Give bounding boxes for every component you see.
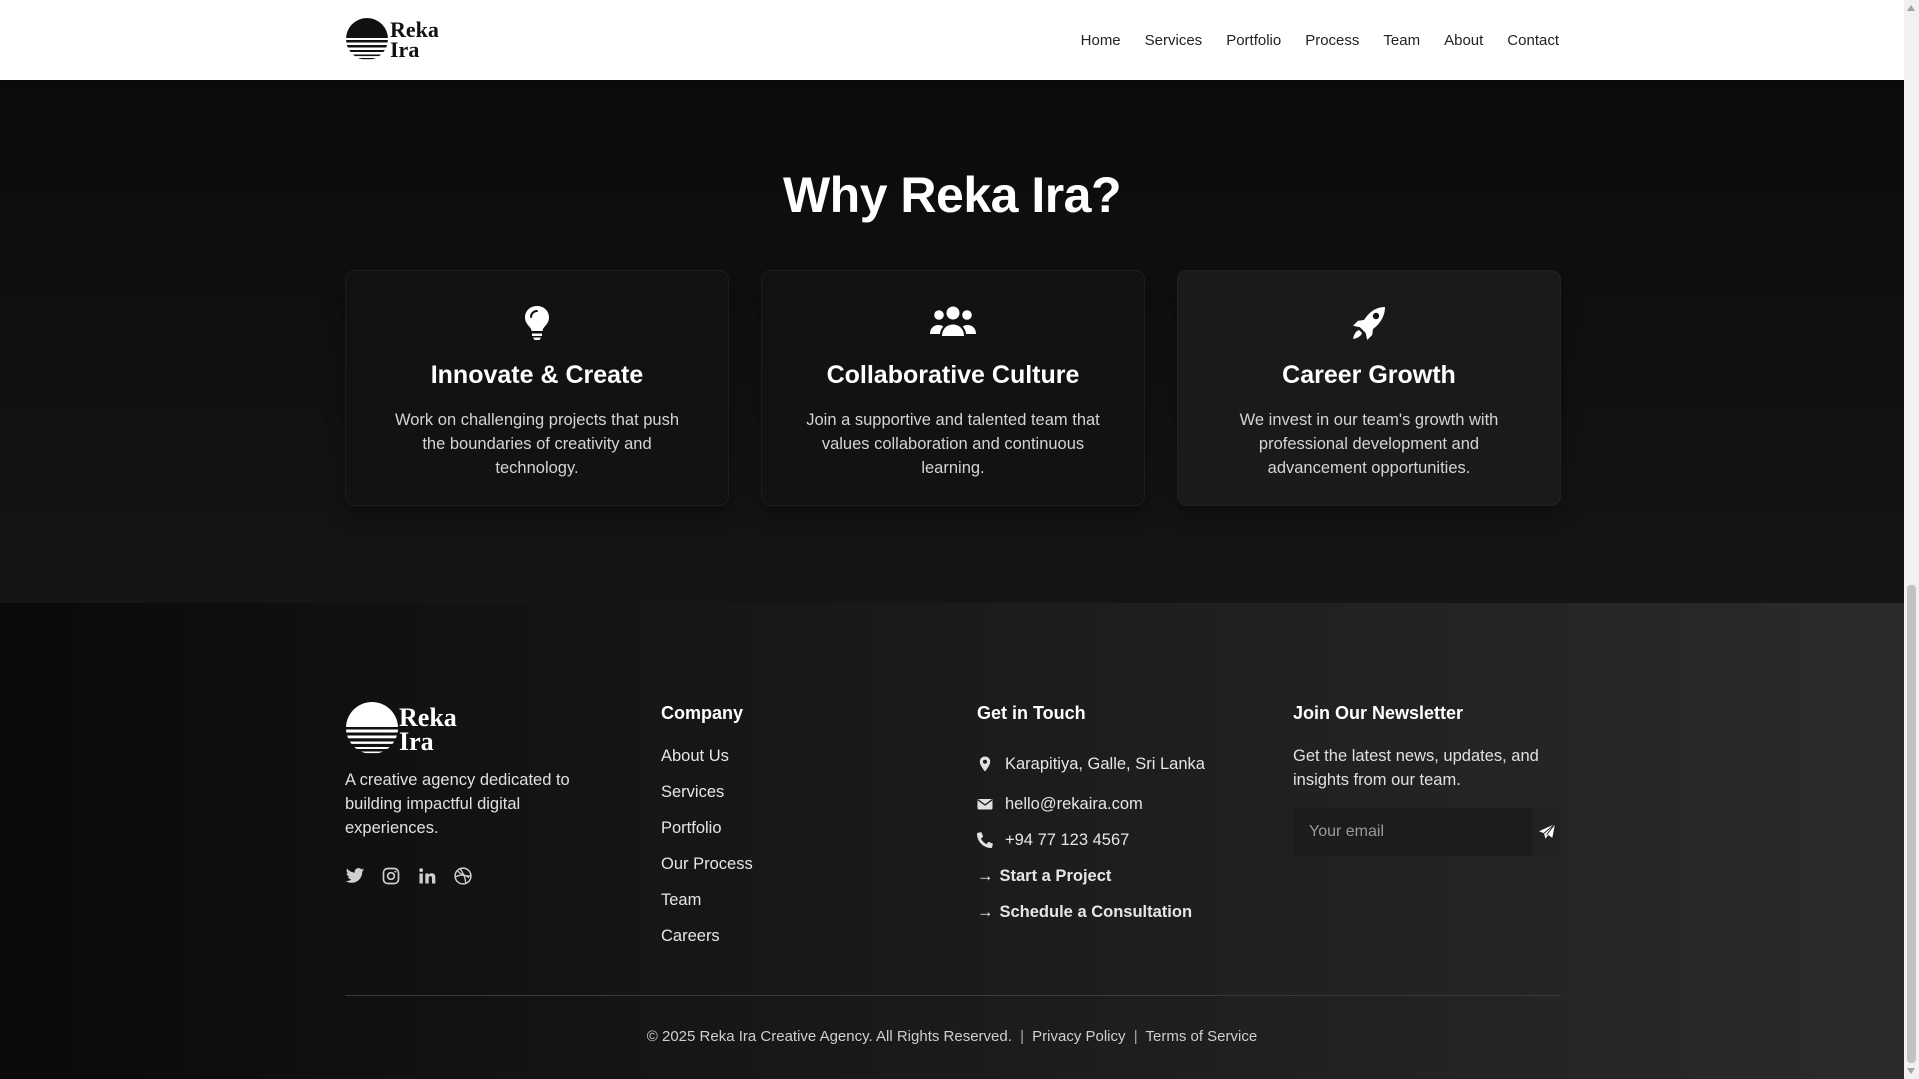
dribbble-icon[interactable] [453, 866, 473, 886]
separator: | [1020, 1028, 1024, 1045]
page: Reka Ira Home Services Portfolio Process… [0, 0, 1904, 1079]
envelope-icon [977, 799, 993, 810]
card-title: Innovate & Create [430, 361, 644, 389]
schedule-consultation-link[interactable]: → Schedule a Consultation [977, 894, 1205, 930]
footer-contact: Get in Touch Karapitiya, Galle, Sri Lank… [977, 703, 1205, 930]
card-text: Work on challenging projects that push t… [394, 411, 680, 477]
footer-newsletter: Join Our Newsletter Get the latest news,… [1293, 703, 1561, 856]
nav-about[interactable]: About [1444, 32, 1483, 49]
map-pin-icon [979, 756, 991, 772]
link-careers[interactable]: Careers [661, 926, 753, 962]
newsletter-submit-button[interactable] [1532, 808, 1561, 856]
why-section: Why Reka Ira? Innovate & Create Work on … [0, 80, 1904, 603]
card-innovate: Innovate & Create Work on challenging pr… [345, 270, 729, 506]
newsletter-text: Get the latest news, updates, and insigh… [1293, 747, 1539, 789]
card-career: Career Growth We invest in our team's gr… [1177, 270, 1561, 506]
nav-contact[interactable]: Contact [1507, 32, 1559, 49]
separator: | [1133, 1028, 1138, 1045]
contact-phone[interactable]: +94 77 123 4567 [977, 822, 1205, 858]
newsletter-heading: Join Our Newsletter [1293, 703, 1464, 723]
nav-home[interactable]: Home [1081, 32, 1121, 49]
footer-bottom: © 2025 Reka Ira Creative Agency. All Rig… [0, 1028, 1904, 1045]
link-team[interactable]: Team [661, 890, 753, 926]
terms-of-service-link[interactable]: Terms of Service [1146, 1028, 1258, 1045]
rocket-icon [1353, 307, 1385, 340]
link-services[interactable]: Services [661, 782, 753, 818]
newsletter-form [1293, 808, 1561, 856]
nav-portfolio[interactable]: Portfolio [1226, 32, 1281, 49]
arrow-right-icon: → [977, 866, 994, 885]
link-about-us[interactable]: About Us [661, 746, 753, 782]
social-links [345, 866, 605, 886]
schedule-consultation-label: Schedule a Consultation [999, 902, 1193, 921]
paper-plane-icon [1538, 823, 1555, 839]
phone-icon [977, 832, 993, 848]
contact-address: Karapitiya, Galle, Sri Lanka [977, 746, 1205, 782]
copyright-text: © 2025 Reka Ira Creative Agency. All Rig… [646, 1028, 1012, 1045]
why-title: Why Reka Ira? [782, 167, 1122, 223]
linkedin-icon[interactable] [417, 866, 437, 886]
link-our-process[interactable]: Our Process [661, 854, 753, 890]
svg-text:Ira: Ira [399, 727, 434, 756]
start-project-link[interactable]: → Start a Project [977, 858, 1205, 894]
card-text: Join a supportive and talented team that… [806, 411, 1100, 477]
svg-text:Ira: Ira [390, 37, 419, 62]
footer-brand: Reka Ira A creative agency dedicated to … [345, 700, 605, 886]
instagram-icon[interactable] [381, 866, 401, 886]
card-title: Collaborative Culture [826, 361, 1080, 389]
scroll-down-icon[interactable] [1907, 1068, 1915, 1074]
email-text[interactable]: hello@rekaira.com [1005, 795, 1143, 814]
start-project-label: Start a Project [999, 866, 1112, 885]
scrollbar-thumb[interactable] [1907, 585, 1916, 1063]
card-text: We invest in our team's growth with prof… [1239, 411, 1499, 477]
scroll-up-icon[interactable] [1907, 5, 1915, 11]
brand-description: A creative agency dedicated to building … [345, 771, 570, 837]
arrow-right-icon: → [977, 902, 994, 921]
site-header: Reka Ira Home Services Portfolio Process… [0, 0, 1904, 80]
link-portfolio[interactable]: Portfolio [661, 818, 753, 854]
nav-team[interactable]: Team [1383, 32, 1420, 49]
card-collaborative: Collaborative Culture Join a supportive … [761, 270, 1145, 506]
nav-services[interactable]: Services [1145, 32, 1203, 49]
company-links: About Us Services Portfolio Our Process … [661, 746, 753, 962]
phone-text[interactable]: +94 77 123 4567 [1005, 831, 1129, 850]
main-nav: Home Services Portfolio Process Team Abo… [1081, 0, 1559, 80]
footer-logo[interactable]: Reka Ira [345, 700, 467, 756]
contact-heading: Get in Touch [977, 703, 1086, 723]
nav-process[interactable]: Process [1305, 32, 1359, 49]
contact-email[interactable]: hello@rekaira.com [977, 786, 1205, 822]
why-cards: Innovate & Create Work on challenging pr… [345, 270, 1561, 506]
lightbulb-icon [525, 306, 549, 340]
footer-divider [345, 995, 1561, 996]
vertical-scrollbar[interactable] [1904, 0, 1919, 1079]
footer-company: Company About Us Services Portfolio Our … [661, 703, 753, 962]
card-title: Career Growth [1282, 361, 1456, 389]
address-text: Karapitiya, Galle, Sri Lanka [1005, 754, 1205, 773]
privacy-policy-link[interactable]: Privacy Policy [1032, 1028, 1125, 1045]
logo[interactable]: Reka Ira [345, 16, 447, 62]
newsletter-email-input[interactable] [1293, 808, 1532, 856]
company-heading: Company [661, 703, 744, 723]
site-footer: Reka Ira A creative agency dedicated to … [0, 603, 1904, 1079]
users-icon [930, 306, 976, 336]
twitter-icon[interactable] [345, 866, 365, 886]
